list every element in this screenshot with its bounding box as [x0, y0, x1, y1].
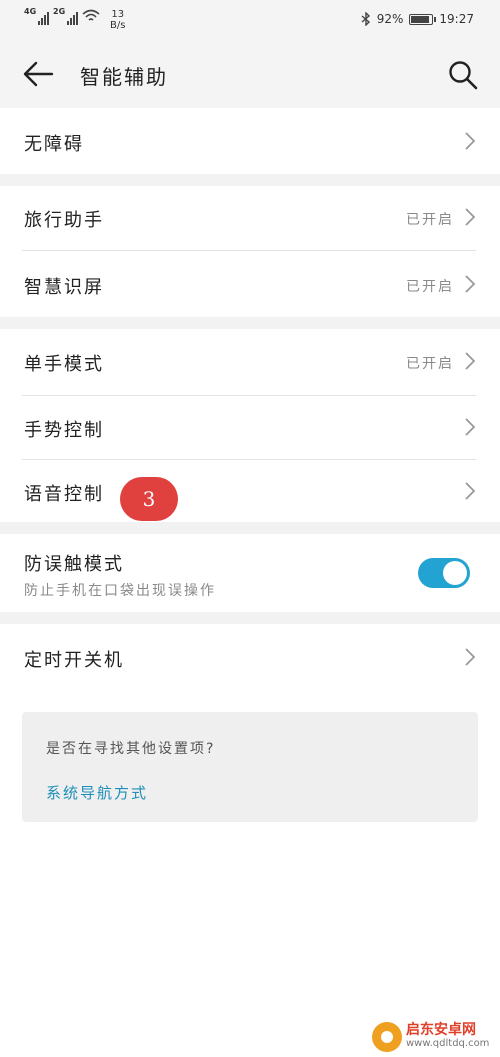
battery-icon [409, 13, 437, 25]
list-item-voice-control[interactable]: 语音控制 [0, 460, 500, 522]
step-annotation-badge: 3 [120, 477, 178, 521]
chevron-right-icon [465, 648, 476, 666]
chevron-right-icon [465, 418, 476, 436]
list-item-travel-assistant[interactable]: 旅行助手 已开启 [0, 186, 500, 250]
chevron-right-icon [465, 482, 476, 500]
section-gap [0, 522, 500, 534]
status-text: 已开启 [406, 279, 454, 295]
arrow-left-icon[interactable] [22, 60, 54, 88]
bluetooth-icon [361, 12, 370, 26]
cellular-signal-2-icon: 2G [53, 7, 78, 25]
section-gap [0, 612, 500, 624]
suggestion-card: 是否在寻找其他设置项? 系统导航方式 [22, 712, 478, 822]
clock: 19:27 [439, 12, 474, 26]
watermark-name: 启东安卓网 [406, 1022, 476, 1038]
wifi-icon [82, 9, 100, 21]
chevron-right-icon [465, 352, 476, 370]
item-label: 智慧识屏 [24, 277, 104, 298]
item-label: 手势控制 [24, 420, 104, 441]
watermark-logo-icon [372, 1022, 402, 1052]
chevron-right-icon [465, 208, 476, 226]
section-gap [0, 174, 500, 186]
search-icon[interactable] [448, 60, 478, 90]
list-item-smart-screen[interactable]: 智慧识屏 已开启 [0, 251, 500, 317]
status-bar: 4G 2G 13 B/s 92% 19:27 [0, 0, 500, 40]
battery-percent: 92% [376, 12, 404, 26]
item-label: 防误触模式 [24, 554, 124, 575]
list-item-gesture-control[interactable]: 手势控制 [0, 396, 500, 459]
page-title: 智能辅助 [80, 65, 168, 89]
suggestion-link-navigation[interactable]: 系统导航方式 [46, 782, 148, 803]
item-label: 单手模式 [24, 354, 104, 375]
item-sublabel: 防止手机在口袋出现误操作 [24, 583, 216, 599]
section-gap [0, 317, 500, 329]
status-text: 已开启 [406, 212, 454, 228]
watermark-url: www.qdltdq.com [406, 1038, 490, 1049]
item-label: 定时开关机 [24, 650, 124, 671]
item-label: 旅行助手 [24, 210, 104, 231]
list-item-accessibility[interactable]: 无障碍 [0, 108, 500, 174]
chevron-right-icon [465, 275, 476, 293]
pocket-mode-toggle[interactable] [418, 558, 470, 588]
cellular-signal-1-icon: 4G [24, 7, 49, 25]
app-bar: 智能辅助 [0, 40, 500, 108]
suggestion-question: 是否在寻找其他设置项? [46, 741, 216, 757]
item-label: 语音控制 [24, 484, 104, 505]
toggle-knob [443, 561, 467, 585]
site-watermark: 启东安卓网 www.qdltdq.com [372, 1022, 489, 1052]
list-item-scheduled-power[interactable]: 定时开关机 [0, 624, 500, 690]
list-item-one-hand-mode[interactable]: 单手模式 已开启 [0, 329, 500, 395]
network-speed: 13 B/s [110, 9, 126, 31]
status-text: 已开启 [406, 356, 454, 372]
item-label: 无障碍 [24, 134, 84, 155]
chevron-right-icon [465, 132, 476, 150]
